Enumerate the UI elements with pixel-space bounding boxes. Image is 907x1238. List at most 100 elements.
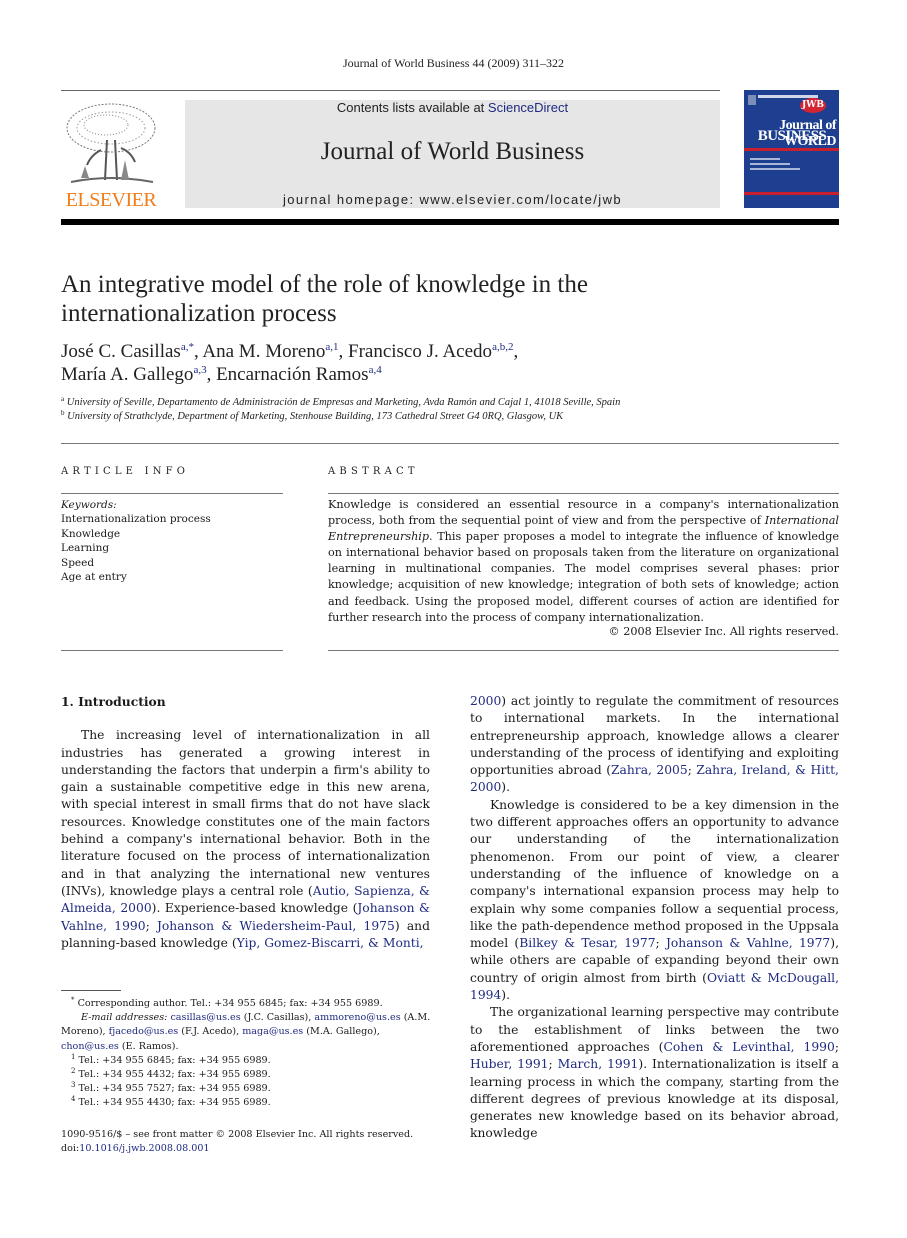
author[interactable]: Ana M. Morenoa,1, bbox=[202, 341, 348, 362]
author-name: María A. Gallego bbox=[61, 364, 194, 385]
author-marks[interactable]: a,3 bbox=[193, 364, 206, 376]
header-rule bbox=[61, 90, 720, 91]
footnote-mark: 2 bbox=[71, 1067, 76, 1076]
journal-homepage-link[interactable]: journal homepage: www.elsevier.com/locat… bbox=[185, 192, 720, 207]
separator: , bbox=[513, 341, 519, 362]
footnote: 3 Tel.: +34 955 7527; fax: +34 955 6989. bbox=[61, 1082, 433, 1096]
cover-text-line bbox=[750, 168, 800, 170]
text-run: ; bbox=[548, 1057, 558, 1072]
email-link[interactable]: chon@us.es bbox=[61, 1041, 119, 1052]
abstract-part: . This paper proposes a model to integra… bbox=[328, 530, 839, 624]
divider bbox=[61, 443, 839, 444]
author-marks[interactable]: a,4 bbox=[369, 364, 382, 376]
email-link[interactable]: fjacedo@us.es bbox=[109, 1026, 179, 1037]
footnote-mark: 1 bbox=[71, 1052, 76, 1061]
author[interactable]: Francisco J. Acedoa,b,2, bbox=[348, 341, 518, 362]
text-run: The increasing level of internationaliza… bbox=[61, 728, 430, 898]
journal-cover-thumbnail: JWB Journal of WORLD BUSINESS bbox=[744, 90, 839, 208]
footnote-rule bbox=[61, 990, 121, 991]
running-head: Journal of World Business 44 (2009) 311–… bbox=[342, 56, 565, 70]
citation-link[interactable]: Johanson & Vahlne, 1977 bbox=[666, 936, 830, 950]
cover-text-line bbox=[750, 163, 790, 165]
email-owner: (F.J. Acedo), bbox=[178, 1026, 243, 1038]
author-list: José C. Casillasa,*, Ana M. Morenoa,1, F… bbox=[61, 340, 781, 386]
front-matter: 1090-9516/$ – see front matter © 2008 El… bbox=[61, 1128, 441, 1156]
email-link[interactable]: maga@us.es bbox=[242, 1026, 303, 1037]
citation-link[interactable]: Yip, Gomez-Biscarri, & Monti, bbox=[237, 936, 424, 950]
divider bbox=[61, 650, 283, 651]
sciencedirect-link[interactable]: ScienceDirect bbox=[488, 100, 568, 115]
footnote-text: Tel.: +34 955 4432; fax: +34 955 6989. bbox=[78, 1069, 271, 1081]
author-marks[interactable]: a,1 bbox=[325, 341, 338, 353]
contents-prefix: Contents lists available at bbox=[336, 100, 488, 115]
text-run: ). bbox=[501, 988, 511, 1003]
issn-line: 1090-9516/$ – see front matter © 2008 El… bbox=[61, 1129, 414, 1140]
paragraph: The increasing level of internationaliza… bbox=[61, 727, 430, 952]
footnote-corresponding: * Corresponding author. Tel.: +34 955 68… bbox=[61, 997, 433, 1011]
author-name: Ana M. Moreno bbox=[202, 341, 326, 362]
author[interactable]: José C. Casillasa,*, bbox=[61, 341, 202, 362]
affiliation: a University of Seville, Departamento de… bbox=[61, 396, 821, 410]
paragraph: 2000) act jointly to regulate the commit… bbox=[470, 693, 839, 797]
cover-red-bar bbox=[744, 148, 839, 151]
divider bbox=[328, 493, 839, 494]
paragraph: Knowledge is considered to be a key dime… bbox=[470, 797, 839, 1005]
body-column-right: 2000) act jointly to regulate the commit… bbox=[470, 693, 839, 1143]
citation-link[interactable]: 2000 bbox=[470, 694, 501, 708]
citation-link[interactable]: Zahra, 2005 bbox=[611, 763, 688, 777]
doi-label: doi: bbox=[61, 1143, 80, 1155]
text-run: ; bbox=[834, 1039, 839, 1054]
email-link[interactable]: ammoreno@us.es bbox=[314, 1012, 400, 1023]
text-run: ; bbox=[687, 763, 697, 778]
cover-text-line bbox=[750, 158, 780, 160]
cover-title-line2: BUSINESS bbox=[757, 128, 827, 144]
author-name: Francisco J. Acedo bbox=[348, 341, 493, 362]
author[interactable]: Encarnación Ramosa,4 bbox=[216, 364, 382, 385]
email-label: E-mail addresses: bbox=[81, 1012, 168, 1024]
footnote-mark: 3 bbox=[71, 1081, 76, 1090]
footnote-emails: E-mail addresses: casillas@us.es (J.C. C… bbox=[61, 1011, 433, 1054]
tree-icon bbox=[66, 103, 156, 183]
contents-line: Contents lists available at ScienceDirec… bbox=[185, 100, 720, 115]
body-column-left: 1. Introduction The increasing level of … bbox=[61, 693, 430, 952]
text-run: ; bbox=[145, 918, 157, 933]
header-thick-rule bbox=[61, 219, 839, 225]
cover-red-bar bbox=[744, 192, 839, 195]
affiliations: a University of Seville, Departamento de… bbox=[61, 396, 821, 424]
author-marks[interactable]: a,b,2 bbox=[492, 341, 513, 353]
email-owner: (J.C. Casillas), bbox=[240, 1012, 315, 1024]
citation-link[interactable]: Huber, 1991 bbox=[470, 1057, 549, 1071]
footnote: 2 Tel.: +34 955 4432; fax: +34 955 6989. bbox=[61, 1068, 433, 1082]
footnotes: * Corresponding author. Tel.: +34 955 68… bbox=[61, 997, 433, 1111]
email-owner: (M.A. Gallego), bbox=[303, 1026, 380, 1038]
keyword: Speed bbox=[61, 556, 95, 569]
cover-badge: JWB bbox=[800, 98, 826, 113]
keywords-block: Keywords: Internationalization process K… bbox=[61, 498, 281, 584]
affiliation-mark: b bbox=[61, 409, 65, 417]
affiliation-text: University of Seville, Departamento de A… bbox=[66, 397, 621, 408]
abstract-part: Knowledge is considered an essential res… bbox=[328, 498, 839, 528]
citation-link[interactable]: Bilkey & Tesar, 1977 bbox=[519, 936, 655, 950]
footnote-text: Tel.: +34 955 4430; fax: +34 955 6989. bbox=[78, 1097, 271, 1109]
abstract-heading: ABSTRACT bbox=[328, 466, 419, 477]
keyword: Internationalization process bbox=[61, 513, 211, 526]
cover-publisher-mark bbox=[748, 95, 756, 105]
doi-line: doi:10.1016/j.jwb.2008.08.001 bbox=[61, 1142, 441, 1156]
email-owner: (E. Ramos). bbox=[118, 1040, 179, 1052]
citation-link[interactable]: Johanson & Wiedersheim-Paul, 1975 bbox=[157, 919, 395, 933]
footnote-mark: * bbox=[71, 996, 75, 1004]
author-marks[interactable]: a,* bbox=[181, 341, 194, 353]
footnote: 4 Tel.: +34 955 4430; fax: +34 955 6989. bbox=[61, 1096, 433, 1110]
citation-link[interactable]: Cohen & Levinthal, 1990 bbox=[663, 1040, 834, 1054]
footnote-text: Corresponding author. Tel.: +34 955 6845… bbox=[77, 998, 383, 1009]
keyword: Learning bbox=[61, 542, 110, 555]
email-link[interactable]: casillas@us.es bbox=[170, 1012, 240, 1023]
doi-link[interactable]: 10.1016/j.jwb.2008.08.001 bbox=[79, 1143, 209, 1154]
section-heading: 1. Introduction bbox=[61, 694, 166, 709]
author[interactable]: María A. Gallegoa,3, bbox=[61, 364, 216, 385]
elsevier-wordmark: ELSEVIER bbox=[65, 189, 157, 211]
keyword: Knowledge bbox=[61, 527, 121, 540]
citation-link[interactable]: March, 1991 bbox=[558, 1057, 639, 1071]
author-name: Encarnación Ramos bbox=[216, 364, 369, 385]
journal-name: Journal of World Business bbox=[320, 138, 585, 165]
